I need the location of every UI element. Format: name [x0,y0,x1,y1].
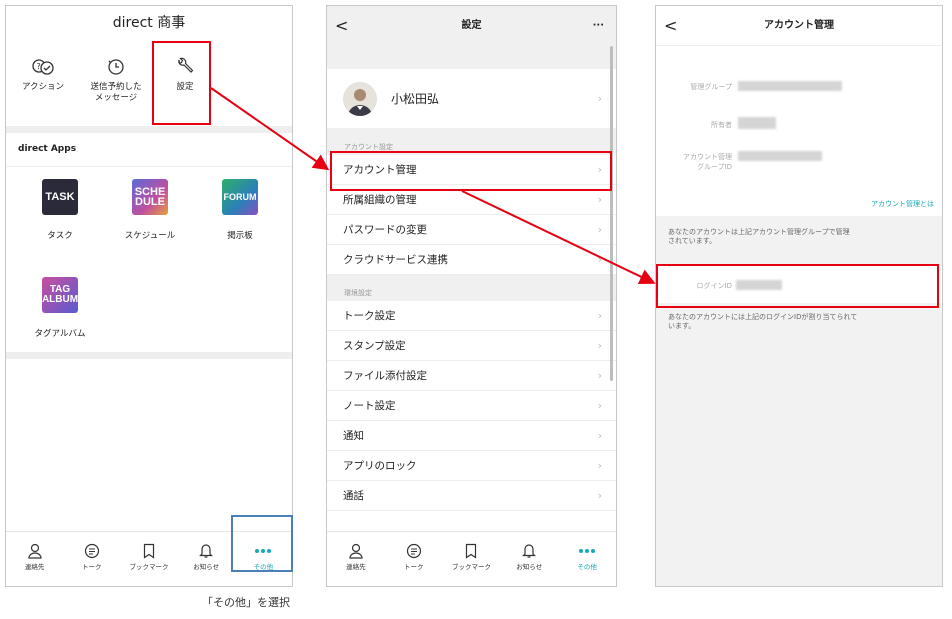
arrow-to-settings [210,87,330,171]
caption: 「その他」を選択 [202,596,290,609]
arrows-overlay [210,87,656,285]
arrow-to-account [461,190,656,285]
